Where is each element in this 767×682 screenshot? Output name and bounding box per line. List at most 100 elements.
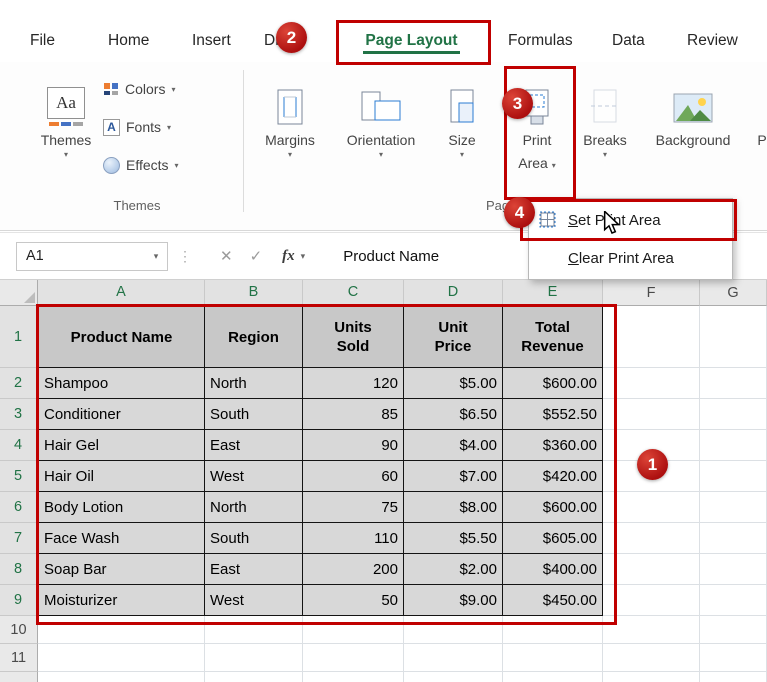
cell-D10[interactable] <box>404 616 503 644</box>
row-header-9[interactable]: 9 <box>0 585 38 616</box>
cell-A2[interactable]: Shampoo <box>38 368 205 399</box>
row-header-10[interactable]: 10 <box>0 616 38 644</box>
column-header-D[interactable]: D <box>404 280 503 306</box>
print-area-button[interactable]: Print Area ▾ <box>506 68 568 175</box>
cell-F11[interactable] <box>603 644 700 672</box>
cell-partial[interactable] <box>503 672 603 682</box>
cell-D5[interactable]: $7.00 <box>404 461 503 492</box>
tab-review[interactable]: Review <box>687 24 738 58</box>
orientation-button[interactable]: Orientation ▾ <box>339 68 423 160</box>
cell-B11[interactable] <box>205 644 303 672</box>
cell-D6[interactable]: $8.00 <box>404 492 503 523</box>
cell-F9[interactable] <box>603 585 700 616</box>
cell-G4[interactable] <box>700 430 767 461</box>
cell-B5[interactable]: West <box>205 461 303 492</box>
row-header-3[interactable]: 3 <box>0 399 38 430</box>
cell-E9[interactable]: $450.00 <box>503 585 603 616</box>
menu-item-set-print-area[interactable]: Set Print Area <box>529 201 732 239</box>
column-header-C[interactable]: C <box>303 280 404 306</box>
name-box[interactable]: A1 ▾ <box>16 241 168 271</box>
row-header-2[interactable]: 2 <box>0 368 38 399</box>
cell-C7[interactable]: 110 <box>303 523 404 554</box>
row-header-5[interactable]: 5 <box>0 461 38 492</box>
cell-G3[interactable] <box>700 399 767 430</box>
cell-B1[interactable]: Region <box>205 306 303 368</box>
cell-B6[interactable]: North <box>205 492 303 523</box>
cell-D9[interactable]: $9.00 <box>404 585 503 616</box>
cell-G10[interactable] <box>700 616 767 644</box>
menu-item-clear-print-area[interactable]: Clear Print Area <box>529 239 732 277</box>
cell-F3[interactable] <box>603 399 700 430</box>
cell-E3[interactable]: $552.50 <box>503 399 603 430</box>
cell-F7[interactable] <box>603 523 700 554</box>
cell-partial[interactable] <box>404 672 503 682</box>
cell-A6[interactable]: Body Lotion <box>38 492 205 523</box>
cell-C9[interactable]: 50 <box>303 585 404 616</box>
cell-F8[interactable] <box>603 554 700 585</box>
cell-D1[interactable]: Unit Price <box>404 306 503 368</box>
cell-E7[interactable]: $605.00 <box>503 523 603 554</box>
cell-E8[interactable]: $400.00 <box>503 554 603 585</box>
cell-A4[interactable]: Hair Gel <box>38 430 205 461</box>
cell-partial[interactable] <box>303 672 404 682</box>
cell-F1[interactable] <box>603 306 700 368</box>
fonts-button[interactable]: A Fonts ▾ <box>103 116 171 138</box>
cell-E5[interactable]: $420.00 <box>503 461 603 492</box>
cell-G6[interactable] <box>700 492 767 523</box>
tab-formulas[interactable]: Formulas <box>508 24 573 58</box>
cell-G7[interactable] <box>700 523 767 554</box>
cell-G8[interactable] <box>700 554 767 585</box>
cell-B3[interactable]: South <box>205 399 303 430</box>
formula-bar-grip[interactable]: ⋮ <box>178 248 192 265</box>
cell-E4[interactable]: $360.00 <box>503 430 603 461</box>
cell-B10[interactable] <box>205 616 303 644</box>
row-header-8[interactable]: 8 <box>0 554 38 585</box>
cell-partial[interactable] <box>205 672 303 682</box>
cell-E11[interactable] <box>503 644 603 672</box>
cell-partial[interactable] <box>38 672 205 682</box>
cell-E2[interactable]: $600.00 <box>503 368 603 399</box>
row-header-1[interactable]: 1 <box>0 306 38 368</box>
cell-A5[interactable]: Hair Oil <box>38 461 205 492</box>
cell-C10[interactable] <box>303 616 404 644</box>
cell-A9[interactable]: Moisturizer <box>38 585 205 616</box>
breaks-button[interactable]: Breaks ▾ <box>576 68 634 160</box>
row-header-partial[interactable] <box>0 672 38 682</box>
cell-B9[interactable]: West <box>205 585 303 616</box>
size-button[interactable]: Size ▾ <box>434 68 490 160</box>
chevron-down-icon[interactable]: ▾ <box>145 251 167 262</box>
cell-C8[interactable]: 200 <box>303 554 404 585</box>
cell-C4[interactable]: 90 <box>303 430 404 461</box>
cell-G9[interactable] <box>700 585 767 616</box>
column-header-G[interactable]: G <box>700 280 767 306</box>
cell-G2[interactable] <box>700 368 767 399</box>
enter-icon[interactable]: ✓ <box>250 247 263 265</box>
insert-function-icon[interactable]: fx <box>282 248 295 265</box>
cell-F2[interactable] <box>603 368 700 399</box>
row-header-7[interactable]: 7 <box>0 523 38 554</box>
cell-C5[interactable]: 60 <box>303 461 404 492</box>
cell-A7[interactable]: Face Wash <box>38 523 205 554</box>
row-header-4[interactable]: 4 <box>0 430 38 461</box>
cell-B2[interactable]: North <box>205 368 303 399</box>
cell-A10[interactable] <box>38 616 205 644</box>
cell-partial[interactable] <box>700 672 767 682</box>
cell-A1[interactable]: Product Name <box>38 306 205 368</box>
print-titles-button[interactable]: Print Titles <box>745 68 767 149</box>
cell-G1[interactable] <box>700 306 767 368</box>
row-header-11[interactable]: 11 <box>0 644 38 672</box>
cell-G11[interactable] <box>700 644 767 672</box>
cell-D4[interactable]: $4.00 <box>404 430 503 461</box>
select-all-corner[interactable] <box>0 280 38 306</box>
background-button[interactable]: Background <box>647 68 739 149</box>
cell-B8[interactable]: East <box>205 554 303 585</box>
tab-data[interactable]: Data <box>612 24 645 58</box>
cell-C3[interactable]: 85 <box>303 399 404 430</box>
column-header-A[interactable]: A <box>38 280 205 306</box>
cell-A3[interactable]: Conditioner <box>38 399 205 430</box>
cell-partial[interactable] <box>603 672 700 682</box>
cell-G5[interactable] <box>700 461 767 492</box>
effects-button[interactable]: Effects ▾ <box>103 154 179 176</box>
cell-E1[interactable]: Total Revenue <box>503 306 603 368</box>
cell-C2[interactable]: 120 <box>303 368 404 399</box>
